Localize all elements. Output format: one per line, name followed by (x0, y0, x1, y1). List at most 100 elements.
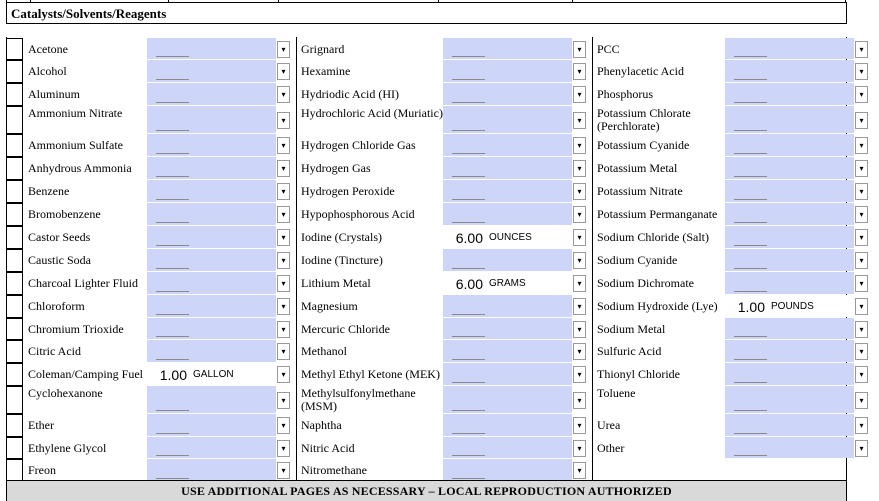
chevron-down-icon[interactable]: ▾ (277, 417, 290, 434)
chevron-down-icon[interactable]: ▾ (855, 160, 868, 177)
quantity-field[interactable] (725, 38, 767, 59)
chevron-down-icon[interactable]: ▾ (277, 275, 290, 292)
unit-select[interactable] (189, 318, 276, 339)
unit-select[interactable] (189, 340, 276, 362)
quantity-field[interactable] (443, 38, 485, 59)
chevron-down-icon[interactable]: ▾ (855, 137, 868, 154)
unit-select[interactable] (485, 340, 572, 362)
quantity-field[interactable] (147, 60, 189, 82)
chevron-down-icon[interactable]: ▾ (573, 63, 586, 80)
quantity-field[interactable] (725, 226, 767, 248)
chevron-down-icon[interactable]: ▾ (277, 86, 290, 103)
chevron-down-icon[interactable]: ▾ (573, 321, 586, 338)
chevron-down-icon[interactable]: ▾ (277, 298, 290, 315)
chevron-down-icon[interactable]: ▾ (277, 252, 290, 269)
unit-select[interactable]: GRAMS (485, 272, 572, 294)
quantity-field[interactable] (725, 106, 767, 133)
chevron-down-icon[interactable]: ▾ (573, 41, 586, 58)
unit-select[interactable] (767, 203, 854, 225)
quantity-field[interactable] (443, 295, 485, 317)
row-checkbox[interactable] (6, 437, 23, 459)
quantity-field[interactable] (147, 340, 189, 362)
unit-select[interactable] (485, 318, 572, 339)
quantity-field[interactable] (147, 38, 189, 59)
row-checkbox[interactable] (6, 459, 23, 482)
quantity-field[interactable]: 1.00 (147, 363, 189, 385)
quantity-field[interactable] (725, 318, 767, 339)
quantity-field[interactable] (725, 60, 767, 82)
chevron-down-icon[interactable]: ▾ (277, 183, 290, 200)
chevron-down-icon[interactable]: ▾ (573, 440, 586, 457)
quantity-field[interactable] (725, 134, 767, 156)
row-checkbox[interactable] (6, 386, 23, 414)
row-checkbox[interactable] (6, 180, 23, 203)
row-checkbox[interactable] (6, 157, 23, 180)
quantity-field[interactable] (147, 437, 189, 458)
chevron-down-icon[interactable]: ▾ (573, 252, 586, 269)
unit-select[interactable] (189, 60, 276, 82)
chevron-down-icon[interactable]: ▾ (277, 321, 290, 338)
quantity-field[interactable] (443, 203, 485, 225)
quantity-field[interactable]: 1.00 (725, 295, 767, 317)
quantity-field[interactable] (443, 414, 485, 436)
quantity-field[interactable] (443, 134, 485, 156)
chevron-down-icon[interactable]: ▾ (277, 160, 290, 177)
chevron-down-icon[interactable]: ▾ (277, 343, 290, 360)
quantity-field[interactable] (725, 363, 767, 385)
quantity-field[interactable] (443, 363, 485, 385)
chevron-down-icon[interactable]: ▾ (855, 41, 868, 58)
chevron-down-icon[interactable]: ▾ (855, 275, 868, 292)
chevron-down-icon[interactable]: ▾ (573, 417, 586, 434)
chevron-down-icon[interactable]: ▾ (855, 183, 868, 200)
unit-select[interactable] (485, 295, 572, 317)
quantity-field[interactable] (725, 414, 767, 436)
chevron-down-icon[interactable]: ▾ (277, 63, 290, 80)
quantity-field[interactable] (443, 106, 485, 133)
quantity-field[interactable] (147, 318, 189, 339)
unit-select[interactable] (767, 272, 854, 294)
unit-select[interactable] (189, 180, 276, 202)
chevron-down-icon[interactable]: ▾ (855, 417, 868, 434)
unit-select[interactable] (189, 203, 276, 225)
unit-select[interactable] (189, 459, 276, 481)
quantity-field[interactable] (147, 414, 189, 436)
unit-select[interactable] (189, 295, 276, 317)
row-checkbox[interactable] (6, 83, 23, 106)
unit-select[interactable] (485, 437, 572, 458)
chevron-down-icon[interactable]: ▾ (855, 343, 868, 360)
unit-select[interactable] (767, 157, 854, 179)
quantity-field[interactable] (443, 249, 485, 271)
row-checkbox[interactable] (6, 226, 23, 249)
quantity-field[interactable] (147, 272, 189, 294)
row-checkbox[interactable] (6, 38, 23, 60)
unit-select[interactable] (485, 60, 572, 82)
unit-select[interactable] (189, 414, 276, 436)
unit-select[interactable] (485, 459, 572, 481)
unit-select[interactable] (189, 437, 276, 458)
quantity-field[interactable] (443, 318, 485, 339)
chevron-down-icon[interactable]: ▾ (277, 206, 290, 223)
quantity-field[interactable] (725, 340, 767, 362)
unit-select[interactable] (189, 249, 276, 271)
unit-select[interactable] (767, 106, 854, 133)
unit-select[interactable] (767, 318, 854, 339)
unit-select[interactable] (485, 414, 572, 436)
quantity-field[interactable] (725, 83, 767, 105)
unit-select[interactable] (485, 157, 572, 179)
chevron-down-icon[interactable]: ▾ (573, 462, 586, 479)
quantity-field[interactable] (147, 106, 189, 133)
row-checkbox[interactable] (6, 295, 23, 318)
chevron-down-icon[interactable]: ▾ (855, 392, 868, 409)
chevron-down-icon[interactable]: ▾ (277, 137, 290, 154)
quantity-field[interactable] (443, 180, 485, 202)
unit-select[interactable] (767, 249, 854, 271)
quantity-field[interactable] (147, 386, 189, 413)
unit-select[interactable] (189, 106, 276, 133)
chevron-down-icon[interactable]: ▾ (573, 112, 586, 129)
chevron-down-icon[interactable]: ▾ (277, 392, 290, 409)
unit-select[interactable]: POUNDS (767, 295, 854, 317)
chevron-down-icon[interactable]: ▾ (573, 183, 586, 200)
unit-select[interactable] (189, 83, 276, 105)
chevron-down-icon[interactable]: ▾ (855, 86, 868, 103)
quantity-field[interactable] (147, 83, 189, 105)
